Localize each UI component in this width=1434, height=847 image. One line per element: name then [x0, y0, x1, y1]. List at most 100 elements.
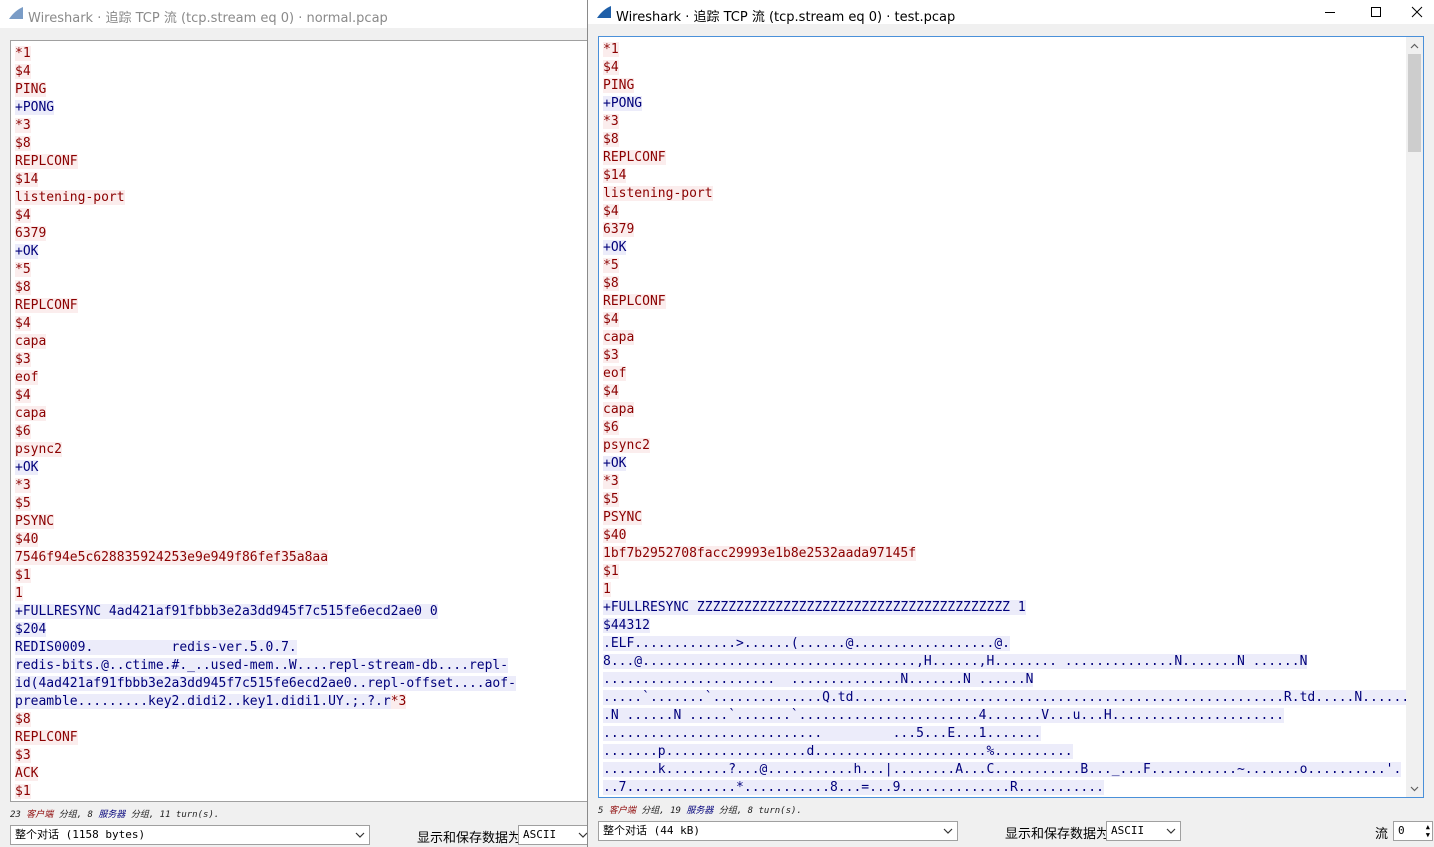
chevron-down-icon — [1166, 822, 1176, 840]
server-data: $204 — [15, 622, 47, 637]
server-data: +OK — [603, 456, 627, 471]
stream-line: +FULLRESYNC 4ad421af91fbbb3e2a3dd945f7c5… — [15, 603, 577, 621]
scroll-down-icon[interactable] — [1406, 780, 1423, 797]
client-data: $14 — [15, 172, 39, 187]
stream-line: 6379 — [15, 225, 577, 243]
client-data: PING — [603, 78, 635, 93]
client-data: 1 — [15, 586, 23, 601]
client-data: listening-port — [15, 190, 125, 205]
stream-line: 1 — [603, 581, 1405, 599]
window-title: Wireshark · 追踪 TCP 流 (tcp.stream eq 0) ·… — [28, 11, 388, 26]
stream-line: preamble.........key2.didi2..key1.didi1.… — [15, 693, 577, 711]
title-bar[interactable]: Wireshark · 追踪 TCP 流 (tcp.stream eq 0) ·… — [588, 0, 1434, 25]
stream-line: $1 — [15, 567, 577, 585]
wireshark-fin-icon — [9, 7, 23, 19]
stream-line: $6 — [603, 419, 1405, 437]
stream-line: *3 — [603, 473, 1405, 491]
client-data: $14 — [603, 168, 627, 183]
close-button[interactable] — [1399, 0, 1434, 24]
stream-line: $3 — [15, 351, 577, 369]
stream-line: .......k........?...@...........h...|...… — [603, 761, 1405, 779]
client-data: $4 — [15, 208, 31, 223]
minimize-icon — [1325, 12, 1335, 13]
client-data: PING — [15, 82, 47, 97]
stream-line: PSYNC — [603, 509, 1405, 527]
stream-line: $40 — [603, 527, 1405, 545]
spin-arrows-icon[interactable]: ▲ ▼ — [1426, 823, 1430, 839]
stream-line: $4 — [15, 387, 577, 405]
stream-line: capa — [603, 401, 1405, 419]
stream-text-area[interactable]: *1 $4 PING +PONG *3 $8 REPLCONF $14 listening-po… — [598, 36, 1424, 798]
client-data: $4 — [15, 316, 31, 331]
scroll-up-icon[interactable] — [1406, 37, 1423, 54]
stream-line: +FULLRESYNC ZZZZZZZZZZZZZZZZZZZZZZZZZZZZ… — [603, 599, 1405, 617]
stream-content: *1 $4 PING +PONG *3 $8 REPLCONF $14 listening-po… — [15, 45, 577, 801]
server-data: +FULLRESYNC ZZZZZZZZZZZZZZZZZZZZZZZZZZZZ… — [603, 600, 1026, 615]
scrollbar-thumb[interactable] — [1408, 54, 1421, 152]
stream-line: eof — [603, 365, 1405, 383]
client-data: eof — [15, 370, 39, 385]
stream-line: $4 — [15, 63, 577, 81]
stream-line: $8 — [603, 275, 1405, 293]
stream-line: *3 — [603, 113, 1405, 131]
client-data: ACK — [15, 766, 39, 781]
client-data: capa — [15, 334, 47, 349]
conversation-select[interactable]: 整个对话 (1158 bytes) — [10, 825, 370, 845]
server-data: .ELF.............>......(......@........… — [603, 636, 1010, 651]
client-data: REPLCONF — [15, 298, 78, 313]
stream-line: capa — [603, 329, 1405, 347]
stream-line: .......p..................d.............… — [603, 743, 1405, 761]
stream-text-area[interactable]: *1 $4 PING +PONG *3 $8 REPLCONF $14 listening-po… — [10, 40, 588, 802]
client-data: REPLCONF — [603, 150, 666, 165]
stream-line: *5 — [603, 257, 1405, 275]
client-data: 1 — [603, 582, 611, 597]
stream-line: psync2 — [15, 441, 577, 459]
stream-line: $5 — [15, 495, 577, 513]
server-data: +FULLRESYNC 4ad421af91fbbb3e2a3dd945f7c5… — [15, 604, 438, 619]
server-data: ............................ ...5...E...… — [603, 726, 1042, 741]
server-data: REDIS0009. redis-ver.5.0.7. — [15, 640, 297, 655]
stream-line: $40 — [15, 531, 577, 549]
title-bar[interactable]: Wireshark · 追踪 TCP 流 (tcp.stream eq 0) ·… — [0, 0, 588, 28]
client-data: $8 — [15, 712, 31, 727]
client-data: $1 — [15, 784, 31, 799]
conversation-select[interactable]: 整个对话 (44 kB) — [598, 821, 958, 841]
stream-line: $8 — [15, 279, 577, 297]
client-data: 1bf7b2952708facc29993e1b8e2532aada97145f — [603, 546, 917, 561]
stream-line: *5 — [15, 261, 577, 279]
stream-line: psync2 — [603, 437, 1405, 455]
server-data: 8...@...................................… — [603, 654, 1308, 669]
client-data: $6 — [603, 420, 619, 435]
stream-line: $6 — [15, 423, 577, 441]
format-select[interactable]: ASCII — [518, 825, 588, 845]
client-data: psync2 — [15, 442, 62, 457]
conversation-summary: 5 客户端 分组, 19 服务器 分组, 8 turn(s). — [598, 806, 802, 816]
vertical-scrollbar[interactable] — [1406, 37, 1423, 797]
stream-line: ACK — [15, 765, 577, 783]
wireshark-fin-icon — [597, 6, 611, 18]
stream-line: $14 — [603, 167, 1405, 185]
server-data: .....`.......`..............Q.td........… — [603, 690, 1410, 705]
stream-line: ..7..............*...........8...=...9..… — [603, 779, 1405, 797]
stream-line: $4 — [15, 315, 577, 333]
stream-line: $4 — [603, 203, 1405, 221]
stream-line: REPLCONF — [15, 153, 577, 171]
stream-line: ............................ ...5...E...… — [603, 725, 1405, 743]
maximize-button[interactable] — [1353, 0, 1399, 24]
client-data: $40 — [603, 528, 627, 543]
minimize-button[interactable] — [1307, 0, 1353, 24]
stream-line: $3 — [603, 347, 1405, 365]
client-data: capa — [15, 406, 47, 421]
format-select[interactable]: ASCII — [1106, 821, 1181, 841]
client-data: $8 — [15, 280, 31, 295]
server-data: +OK — [15, 244, 39, 259]
stream-line: $5 — [603, 491, 1405, 509]
stream-number-spinbox[interactable]: 0 ▲ ▼ — [1393, 821, 1433, 841]
stream-line: $1 — [15, 783, 577, 801]
stream-line: +OK — [603, 239, 1405, 257]
stream-line: *1 — [603, 41, 1405, 59]
stream-line: id(4ad421af91fbbb3e2a3dd945f7c515fe6ecd2… — [15, 675, 577, 693]
server-data: .N ......N .....`.......`...............… — [603, 708, 1284, 723]
server-data: id(4ad421af91fbbb3e2a3dd945f7c515fe6ecd2… — [15, 676, 516, 691]
server-data: $44312 — [603, 618, 650, 633]
